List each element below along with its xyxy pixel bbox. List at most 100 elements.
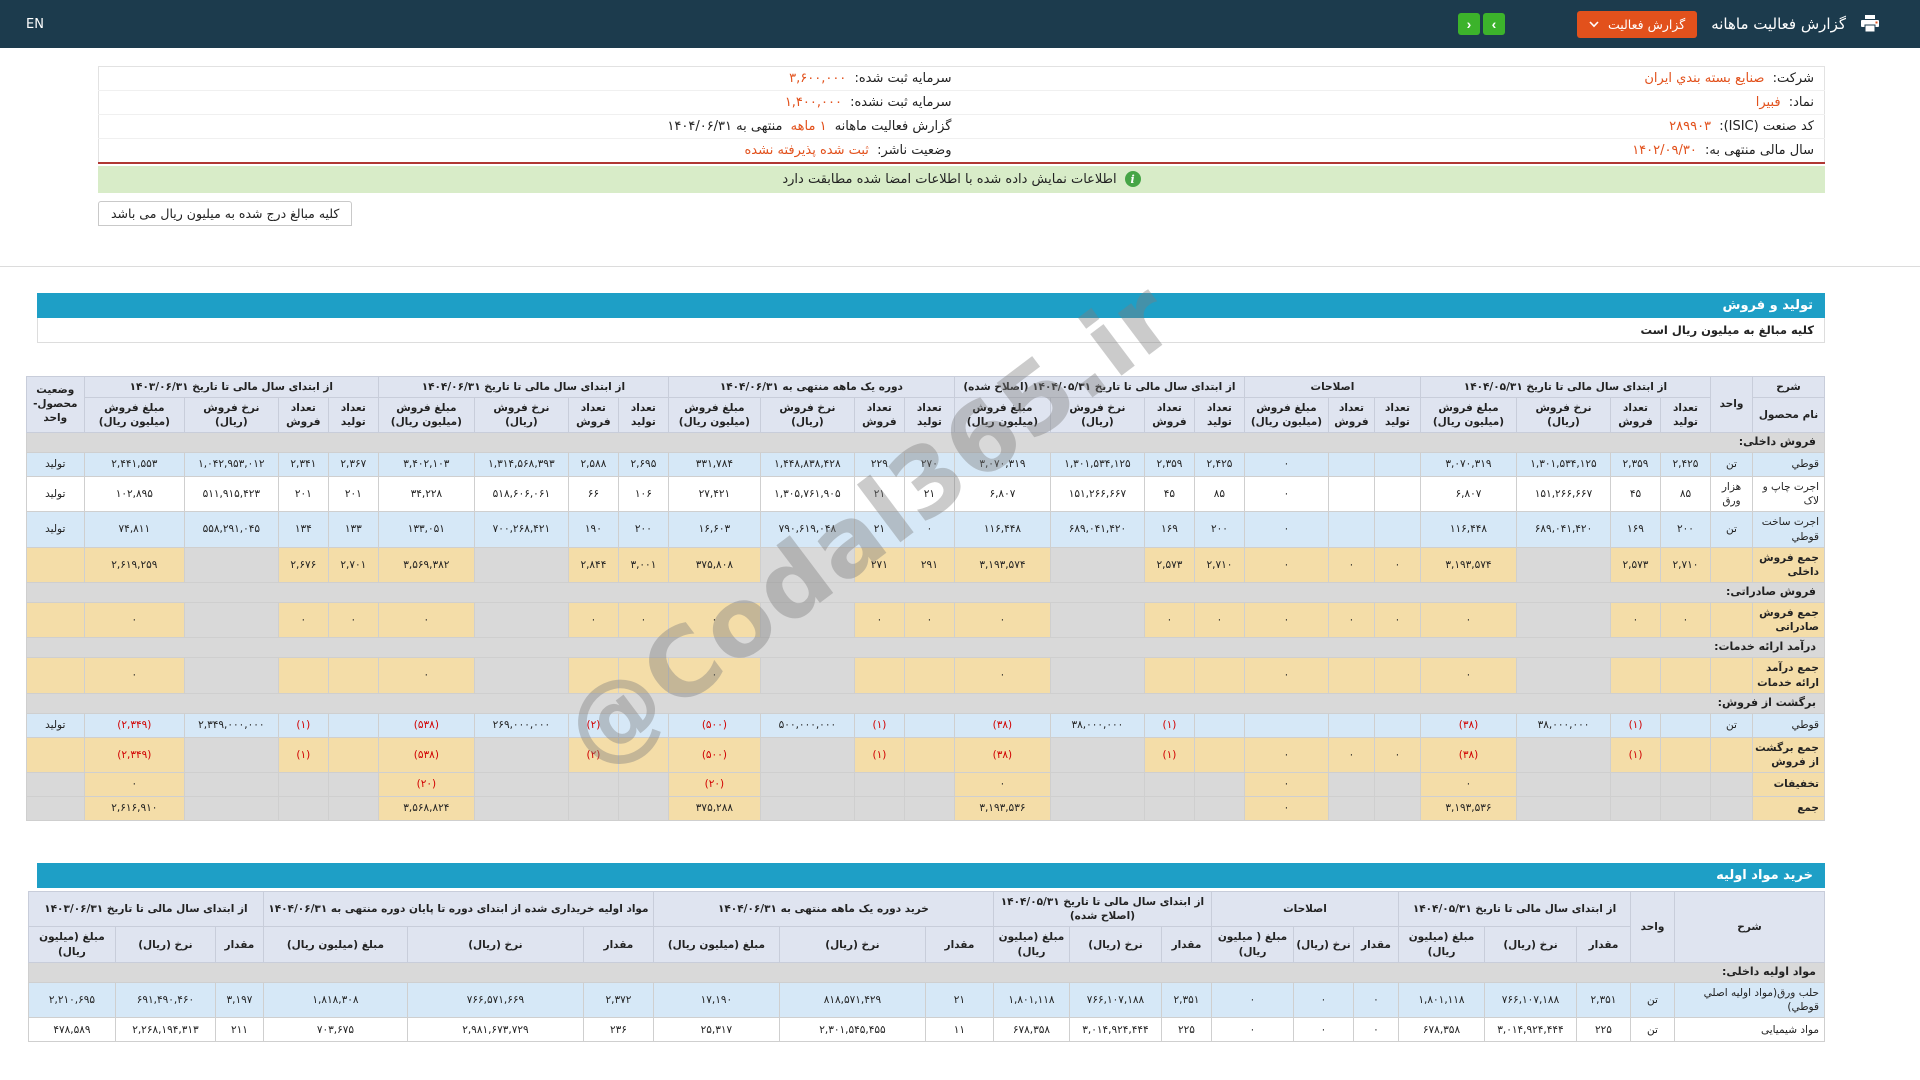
cell: ۴۵ [1143, 476, 1195, 513]
cell: ۳,۱۹۳,۵۳۶ [953, 796, 1051, 822]
info-cell: وضعیت ناشر: ثبت شده پذیرفته نشده [98, 138, 962, 163]
cell: ۰ [903, 511, 955, 548]
group-header: مواد اولیه خریداری شده از ابتدای دوره تا… [262, 891, 654, 928]
cell [903, 796, 955, 822]
group-header: از ابتدای سال مالی تا تاریخ ۱۴۰۳/۰۶/۳۱ [83, 375, 379, 398]
cell: ۱,۸۱۸,۳۰۸ [262, 981, 408, 1019]
cell: (۱) [1610, 712, 1661, 738]
cell: ۷۹۰,۶۱۹,۰۴۸ [759, 511, 855, 548]
cell: ۰ [1327, 546, 1375, 584]
cell [1610, 796, 1661, 822]
cell [473, 657, 569, 694]
codal-monthly-activity-report-page: { "colors": { "topbar_bg": "#1c3b4d", "a… [0, 0, 1920, 1080]
desc-subheader: نام محصول [1752, 396, 1825, 434]
cell: ۰ [1293, 1017, 1354, 1043]
column-header: مقدار [1353, 926, 1399, 963]
currency-note-tab: کلیه مبالغ درج شده به میلیون ریال می باش… [98, 200, 353, 226]
cell [277, 772, 329, 798]
table-row: اجرت چاپ و لاک هزار ورق ۸۵ ۴۵ ۱۵۱,۲۶۶,۶۶۷ ۶,۸… [25, 476, 1825, 513]
symbol-label: نماد: [1788, 95, 1814, 110]
language-switch[interactable]: EN [26, 17, 44, 32]
cell [1243, 712, 1329, 738]
cell [903, 657, 955, 694]
topbar: گزارش فعالیت ماهانه گزارش فعالیت › ‹ EN [0, 0, 1920, 48]
print-icon[interactable] [1860, 15, 1880, 33]
cell: ۲,۲۶۸,۱۹۴,۳۱۳ [114, 1017, 216, 1043]
cell: ۱۵۱,۲۶۶,۶۶۷ [1049, 476, 1145, 513]
cell: ۲۲۹ [853, 452, 905, 478]
group-header: از ابتدای سال مالی تا تاریخ ۱۴۰۴/۰۶/۳۱ [377, 375, 669, 398]
cell: ۷۶۶,۵۷۱,۶۶۹ [406, 981, 584, 1019]
cell [1610, 772, 1661, 798]
cell: ۱۵۱,۲۶۶,۶۶۷ [1516, 476, 1611, 513]
cell: ۶۷۸,۳۵۸ [1398, 1017, 1485, 1043]
column-header: نرخ فروش (ریال) [183, 396, 279, 434]
report-period-label: گزارش فعالیت ماهانه [834, 119, 952, 134]
cell: ۲۷۰ [903, 452, 955, 478]
cell: ۰ [1243, 796, 1329, 822]
table-row: مواد شیمیایی تن ۲۲۵ ۳,۰۱۴,۹۲۴,۴۴۴ ۶۷۸,۳۵۸ ۰ ۰ ۰… [27, 1017, 1825, 1043]
cell [183, 736, 279, 774]
cell [1049, 736, 1145, 774]
cell: ۱۰۶ [617, 476, 669, 513]
cell: ۰ [1373, 602, 1421, 639]
cell [1327, 712, 1375, 738]
cell: ۰ [667, 657, 761, 694]
cell [1327, 511, 1375, 548]
group-header: از ابتدای سال مالی تا تاریخ ۱۴۰۴/۰۵/۳۱ [1419, 375, 1712, 398]
cell [1327, 476, 1375, 513]
cell: ۳,۱۹۳,۵۳۶ [1419, 796, 1518, 822]
cell: ۶۷۸,۳۵۸ [992, 1017, 1070, 1043]
cell: ۲۰۰ [1660, 511, 1711, 548]
cell: تولید [25, 476, 85, 513]
cell: ۰ [83, 602, 185, 639]
cell: ۴۵ [1610, 476, 1661, 513]
topbar-right-group: گزارش فعالیت ماهانه گزارش فعالیت › ‹ [1457, 10, 1880, 38]
table-row: قوطي تن ۲,۴۲۵ ۲,۳۵۹ ۱,۳۰۱,۵۳۴,۱۲۵ ۳,۰۷۰,۳۱۹ ۰ ۲… [25, 452, 1825, 478]
production-sales-table: شرح واحد از ابتدای سال مالی تا تاریخ ۱۴۰۴/… [25, 375, 1826, 822]
table-row: فروش داخلی: [25, 432, 1826, 454]
section-row-label: مواد اولیه داخلی: [27, 961, 1826, 983]
group-header: از ابتدای سال مالی تا تاریخ ۱۴۰۴/۰۵/۳۱ (… [992, 891, 1212, 928]
nav-previous-button[interactable]: › [1482, 13, 1505, 35]
info-cell: گزارش فعالیت ماهانه ۱ ماهه منتهی به ۱۴۰۴… [98, 114, 962, 139]
cell: ۱۶۹ [1143, 511, 1195, 548]
column-header: مقدار [1576, 926, 1631, 963]
cell: ۲,۳۰۱,۵۴۵,۴۵۵ [778, 1017, 926, 1043]
nav-next-button[interactable]: ‹ [1457, 13, 1480, 35]
cell [1710, 546, 1753, 584]
cell [567, 657, 619, 694]
cell: ۰ [667, 602, 761, 639]
report-type-dropdown[interactable]: گزارش فعالیت [1576, 10, 1698, 38]
cell [25, 546, 85, 584]
table-row: اجرت ساخت قوطي تن ۲۰۰ ۱۶۹ ۶۸۹,۰۴۱,۴۲۰ ۱۱۶,۴۴۸… [25, 511, 1825, 548]
cell [1327, 452, 1375, 478]
cell [759, 772, 855, 798]
row-label: مواد شیمیایی [1674, 1017, 1825, 1043]
cell: (۱) [1143, 736, 1195, 774]
table-row: فروش صادراتی: [25, 582, 1826, 604]
cell: تن [1710, 511, 1753, 548]
cell [617, 796, 669, 822]
cell [1049, 657, 1145, 694]
cell [1660, 796, 1711, 822]
cell [1373, 772, 1421, 798]
cell: ۳,۱۹۷ [214, 981, 264, 1019]
cell [1710, 736, 1753, 774]
cell: ۱۹۰ [567, 511, 619, 548]
cell [1193, 796, 1245, 822]
cell [759, 796, 855, 822]
cell [1049, 772, 1145, 798]
cell: ۲,۷۱۰ [1660, 546, 1711, 584]
cell [1049, 602, 1145, 639]
cell: ۲۹۱ [903, 546, 955, 584]
cell [617, 736, 669, 774]
cell: (۲,۳۴۹) [83, 736, 185, 774]
cell: ۲۷۱ [853, 546, 905, 584]
cell: ۲,۸۴۴ [567, 546, 619, 584]
cell: ۱,۸۰۱,۱۱۸ [992, 981, 1070, 1019]
cell [1327, 772, 1375, 798]
cell: ۰ [1143, 602, 1195, 639]
cell: ۱,۴۴۸,۸۳۸,۴۲۸ [759, 452, 855, 478]
cell: ۱۱ [924, 1017, 994, 1043]
